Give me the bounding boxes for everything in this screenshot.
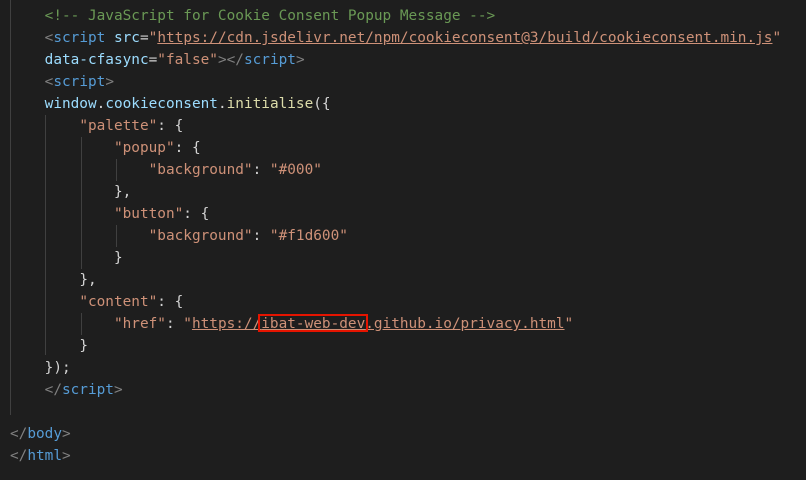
code-token: window xyxy=(44,96,97,112)
code-line[interactable]: } xyxy=(10,335,781,357)
code-line[interactable]: window.cookieconsent.initialise({ xyxy=(10,93,781,115)
code-token: > xyxy=(61,448,71,464)
code-line[interactable]: data-cfasync="false"></script> xyxy=(10,49,781,71)
code-token: ({ xyxy=(313,96,331,112)
code-line[interactable]: <!-- JavaScript for Cookie Consent Popup… xyxy=(10,5,781,27)
code-token: } xyxy=(113,250,123,266)
code-token: > xyxy=(113,382,123,398)
code-token: }, xyxy=(113,184,132,200)
code-token: } xyxy=(79,338,88,354)
code-token: . xyxy=(96,96,106,112)
code-token: }); xyxy=(44,360,71,376)
code-token: body xyxy=(27,426,62,442)
code-token: </ xyxy=(10,426,28,442)
code-token: . xyxy=(217,96,227,112)
code-line[interactable]: "popup": { xyxy=(10,137,781,159)
code-line[interactable]: } xyxy=(10,247,781,269)
code-token: "background" xyxy=(148,228,253,244)
code-line[interactable] xyxy=(10,401,781,423)
code-line[interactable]: </script> xyxy=(10,379,781,401)
code-line[interactable]: </html> xyxy=(10,445,781,467)
code-line[interactable]: }); xyxy=(10,357,781,379)
code-token: </ xyxy=(10,448,28,464)
code-token[interactable]: https://cdn.jsdelivr.net/npm/cookieconse… xyxy=(157,30,772,46)
code-token: }, xyxy=(79,272,97,288)
code-line[interactable]: "background": "#000" xyxy=(10,159,781,181)
code-line[interactable]: </body> xyxy=(10,423,781,445)
code-line[interactable]: <script> xyxy=(10,71,781,93)
code-token: html xyxy=(27,448,62,464)
code-token: script xyxy=(53,30,106,46)
code-token: : { xyxy=(183,206,210,222)
code-token: = xyxy=(139,30,149,46)
code-token: " xyxy=(564,316,574,332)
code-token: > xyxy=(61,426,71,442)
code-token: "popup" xyxy=(113,140,175,156)
code-token: : { xyxy=(157,118,184,134)
code-token: script xyxy=(53,74,106,90)
code-token[interactable]: https:// xyxy=(192,316,261,332)
code-token[interactable]: .github.io/privacy.html xyxy=(365,316,564,332)
code-token: = xyxy=(148,52,158,68)
code-line[interactable]: }, xyxy=(10,181,781,203)
code-token: <!-- JavaScript for Cookie Consent Popup… xyxy=(44,8,496,24)
code-line[interactable]: "content": { xyxy=(10,291,781,313)
code-token: "background" xyxy=(148,162,253,178)
code-token: "#000" xyxy=(269,162,322,178)
code-token: cookieconsent xyxy=(105,96,218,112)
code-line[interactable]: "href": "https://ibat-web-dev.github.io/… xyxy=(10,313,781,335)
code-token: : xyxy=(252,162,270,178)
code-token: </ xyxy=(44,382,62,398)
code-token: src xyxy=(113,30,140,46)
code-lines: <!-- JavaScript for Cookie Consent Popup… xyxy=(10,5,781,467)
code-line[interactable]: }, xyxy=(10,269,781,291)
code-token: " xyxy=(772,30,782,46)
code-token: > xyxy=(105,74,114,90)
code-token: "button" xyxy=(113,206,184,222)
code-token: "content" xyxy=(79,294,158,310)
code-line[interactable]: <script src="https://cdn.jsdelivr.net/np… xyxy=(10,27,781,49)
code-token: initialise xyxy=(226,96,314,112)
code-token: : xyxy=(165,316,184,332)
code-token: " xyxy=(183,316,192,332)
code-token: : { xyxy=(174,140,201,156)
code-token: "false" xyxy=(157,52,218,68)
code-token: script xyxy=(243,52,296,68)
code-token: : { xyxy=(157,294,184,310)
code-token: ></ xyxy=(217,52,244,68)
code-token: script xyxy=(61,382,114,398)
code-token: > xyxy=(295,52,305,68)
code-token: data-cfasync xyxy=(44,52,149,68)
code-token: "href" xyxy=(113,316,166,332)
code-token: : xyxy=(252,228,270,244)
code-line[interactable]: "button": { xyxy=(10,203,781,225)
code-line[interactable]: "palette": { xyxy=(10,115,781,137)
code-token: "#f1d600" xyxy=(269,228,348,244)
code-token: "palette" xyxy=(79,118,158,134)
code-editor[interactable]: <!-- JavaScript for Cookie Consent Popup… xyxy=(0,0,806,480)
highlight-box xyxy=(258,314,369,332)
code-line[interactable]: "background": "#f1d600" xyxy=(10,225,781,247)
